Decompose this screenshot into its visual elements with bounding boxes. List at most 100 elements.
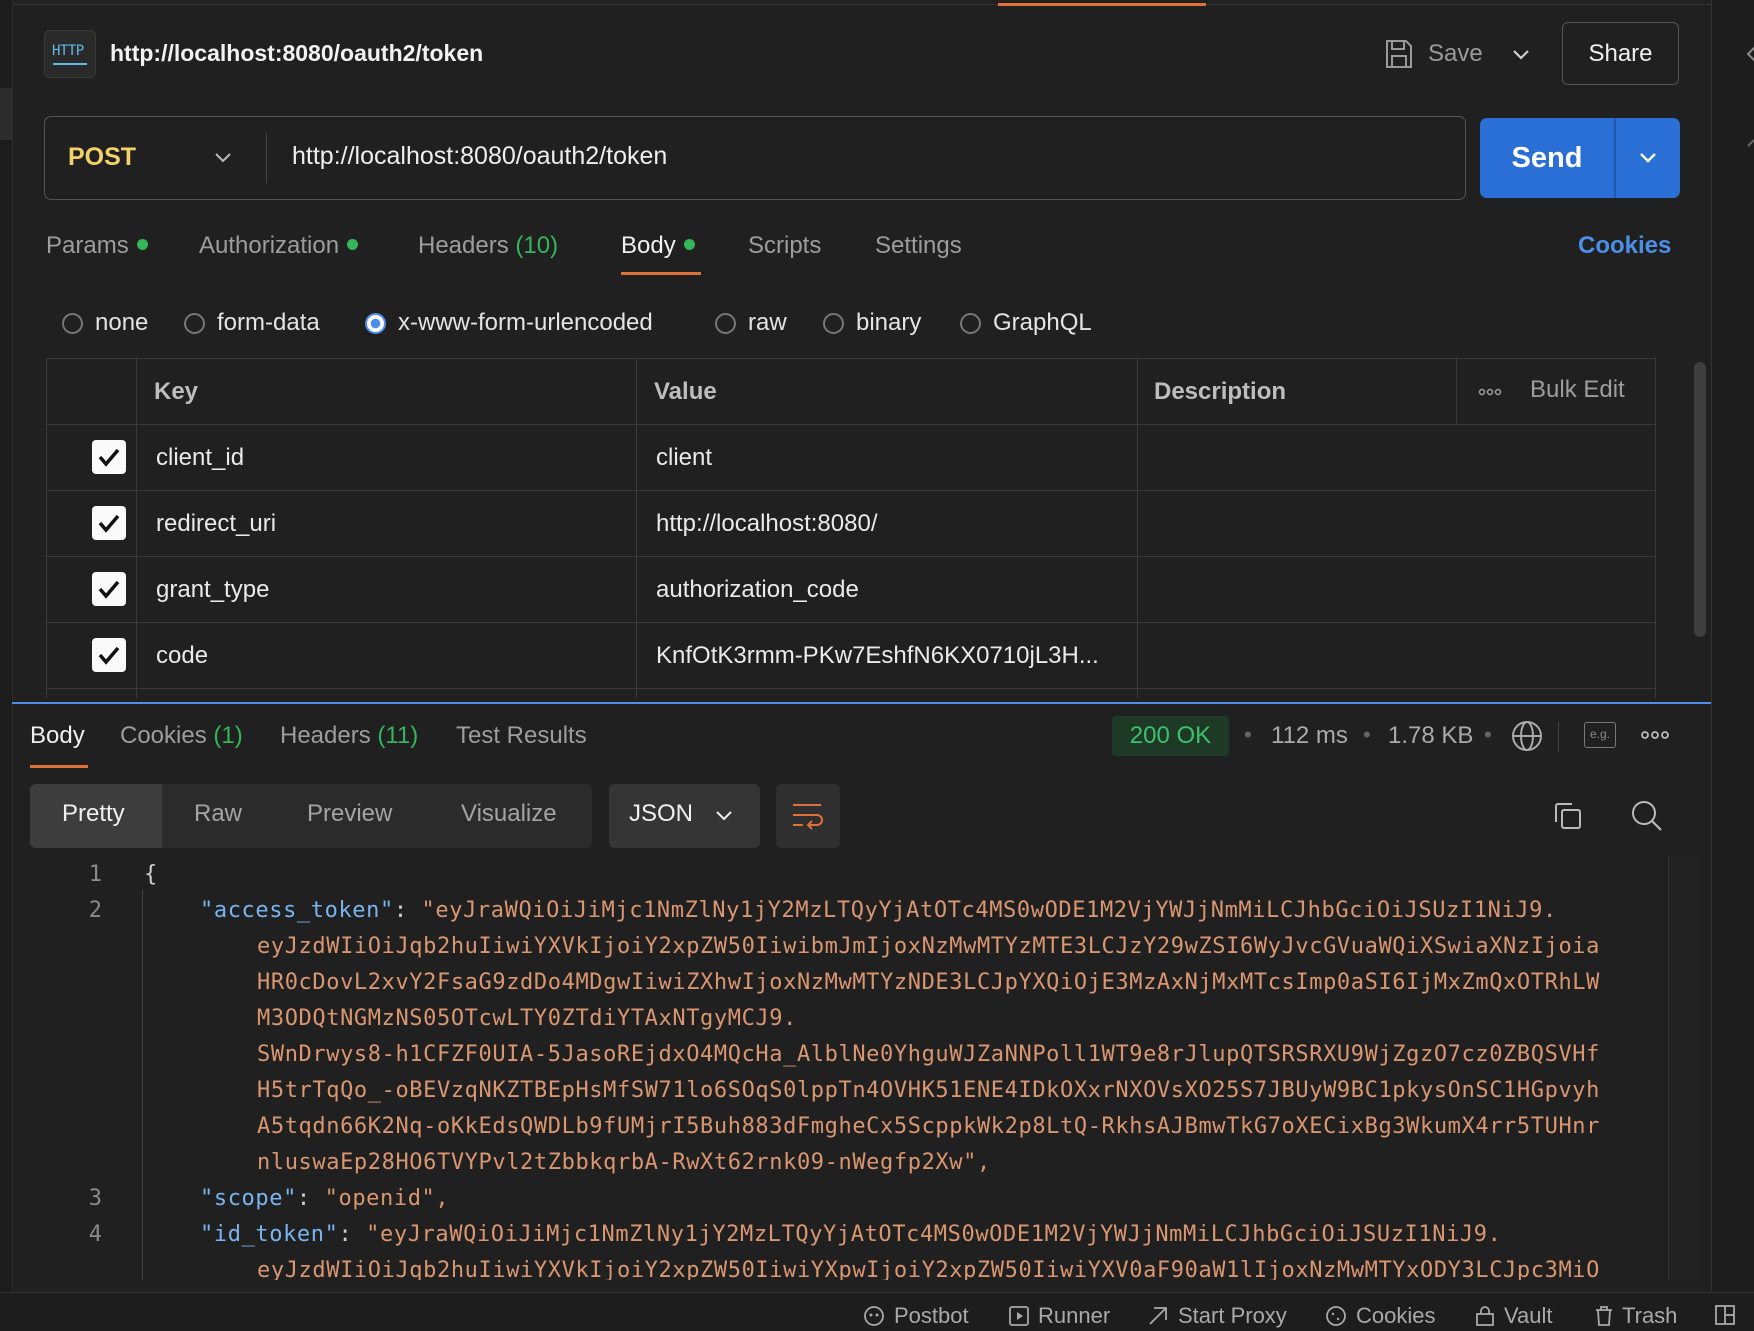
response-tab-cookies[interactable]: Cookies (1) xyxy=(120,722,243,750)
param-value[interactable]: client xyxy=(656,444,712,472)
response-tab-test-results[interactable]: Test Results xyxy=(456,722,587,750)
search-icon[interactable] xyxy=(1630,799,1664,833)
radio-binary-circle xyxy=(823,312,844,334)
response-code-viewer[interactable]: 1 { 2 "access_token": "eyJraWQiOiJiMjc1N… xyxy=(30,856,1670,1280)
param-value[interactable]: http://localhost:8080/ xyxy=(656,510,877,538)
footer-vault[interactable]: Vault xyxy=(1474,1303,1553,1329)
method-chevron-down-icon[interactable] xyxy=(212,150,234,166)
param-key[interactable]: grant_type xyxy=(156,576,269,604)
radio-none[interactable]: none xyxy=(62,308,148,338)
radio-none-circle xyxy=(62,312,83,334)
code-line: { xyxy=(144,862,158,887)
response-tab-headers[interactable]: Headers (11) xyxy=(280,722,418,750)
row-checkbox[interactable] xyxy=(92,572,126,606)
left-sidebar-edge xyxy=(0,0,13,1292)
column-header-description: Description xyxy=(1154,378,1287,405)
param-key[interactable]: code xyxy=(156,642,208,670)
json-value: "openid", xyxy=(324,1186,450,1211)
row-checkbox[interactable] xyxy=(92,638,126,672)
tab-scripts[interactable]: Scripts xyxy=(748,232,821,260)
save-options-chevron-icon[interactable] xyxy=(1508,44,1534,64)
footer-trash[interactable]: Trash xyxy=(1594,1303,1677,1329)
row-checkbox[interactable] xyxy=(92,440,126,474)
view-preview[interactable]: Preview xyxy=(307,800,392,828)
tab-body[interactable]: Body xyxy=(621,232,695,260)
response-tab-body[interactable]: Body xyxy=(30,722,85,750)
tab-params[interactable]: Params xyxy=(46,232,148,260)
row-checkbox[interactable] xyxy=(92,506,126,540)
meta-separator: • xyxy=(1363,722,1371,747)
param-key[interactable]: redirect_uri xyxy=(156,510,276,538)
http-icon-label: HTTP xyxy=(52,43,84,59)
active-tab-indicator xyxy=(998,3,1206,6)
more-options-icon[interactable] xyxy=(1478,386,1502,398)
radio-raw-label: raw xyxy=(748,309,787,336)
radio-binary[interactable]: binary xyxy=(823,308,921,338)
footer-runner-label: Runner xyxy=(1038,1303,1111,1328)
footer-postbot-label: Postbot xyxy=(894,1303,969,1328)
layout-toggle-icon[interactable] xyxy=(1714,1304,1736,1326)
chevron-down-icon xyxy=(1640,153,1656,163)
response-tab-cookies-label: Cookies xyxy=(120,722,207,749)
code-line: SWnDrwys8-h1CFZF0UIA-5JasoREjdxO4MQcHa_A… xyxy=(257,1042,1600,1067)
expand-right-icon[interactable] xyxy=(1742,136,1754,156)
code-line: eyJzdWIiOiJqb2huIiwiYXVkIjoiY2xpZW50Iiwi… xyxy=(257,934,1600,959)
send-options-button[interactable] xyxy=(1616,118,1680,198)
response-time[interactable]: 112 ms xyxy=(1271,722,1348,750)
view-visualize[interactable]: Visualize xyxy=(461,800,557,828)
response-scrollbar[interactable] xyxy=(1668,856,1697,1280)
save-button[interactable]: Save xyxy=(1428,40,1483,68)
copy-icon[interactable] xyxy=(1552,800,1584,832)
body-status-dot xyxy=(683,239,695,251)
response-tab-underline xyxy=(30,765,88,768)
cookies-link[interactable]: Cookies xyxy=(1578,232,1671,260)
col-divider xyxy=(1456,358,1457,424)
json-value: "eyJraWQiOiJiMjc1NmZlNy1jY2MzLTQyYjAtOTc… xyxy=(421,898,1557,923)
params-status-dot xyxy=(136,239,148,251)
code-line: A5tqdn66K2Nq-oKkEdsQWDLb9fUMjrI5Buh883dF… xyxy=(257,1114,1600,1139)
method-select[interactable]: POST xyxy=(68,143,136,172)
tab-authorization[interactable]: Authorization xyxy=(199,232,359,260)
left-sidebar-handle[interactable] xyxy=(0,88,12,140)
tab-body-label: Body xyxy=(621,232,676,259)
response-size[interactable]: 1.78 KB xyxy=(1388,722,1473,750)
tab-settings[interactable]: Settings xyxy=(875,232,962,260)
radio-raw[interactable]: raw xyxy=(715,308,787,338)
footer-runner[interactable]: Runner xyxy=(1008,1303,1110,1329)
send-button[interactable]: Send xyxy=(1480,118,1614,198)
tab-headers-label: Headers xyxy=(418,232,509,259)
footer-postbot[interactable]: Postbot xyxy=(862,1303,969,1329)
share-button[interactable]: Share xyxy=(1562,22,1679,85)
url-input[interactable]: http://localhost:8080/oauth2/token xyxy=(292,142,667,171)
radio-graphql[interactable]: GraphQL xyxy=(960,308,1092,338)
collapse-right-icon[interactable] xyxy=(1742,44,1754,64)
meta-separator: • xyxy=(1244,722,1252,747)
param-key[interactable]: client_id xyxy=(156,444,244,472)
format-chevron-down-icon[interactable] xyxy=(713,808,735,824)
request-title[interactable]: http://localhost:8080/oauth2/token xyxy=(110,40,483,67)
wrap-lines-button[interactable] xyxy=(776,784,840,848)
param-value[interactable]: KnfOtK3rmm-PKw7EshfN6KX0710jL3H... xyxy=(656,642,1099,670)
pane-resizer[interactable] xyxy=(12,702,1711,704)
globe-icon[interactable] xyxy=(1510,719,1544,753)
checkmark-icon xyxy=(98,580,120,599)
cookie-icon xyxy=(1326,1306,1346,1326)
request-scrollbar[interactable] xyxy=(1694,362,1706,637)
radio-form-data[interactable]: form-data xyxy=(184,308,320,338)
footer-start-proxy-label: Start Proxy xyxy=(1178,1303,1287,1328)
example-icon[interactable]: e.g. xyxy=(1584,722,1616,748)
status-badge[interactable]: 200 OK xyxy=(1112,716,1229,756)
top-border xyxy=(0,4,1711,5)
bulk-edit-button[interactable]: Bulk Edit xyxy=(1530,376,1625,404)
view-raw[interactable]: Raw xyxy=(194,800,242,828)
save-icon[interactable] xyxy=(1384,38,1414,70)
response-tab-headers-label: Headers xyxy=(280,722,371,749)
param-value[interactable]: authorization_code xyxy=(656,576,859,604)
view-pretty[interactable]: Pretty xyxy=(62,800,125,828)
code-line: "id_token": "eyJraWQiOiJiMjc1NmZlNy1jY2M… xyxy=(200,1222,1501,1247)
response-more-icon[interactable] xyxy=(1640,729,1670,741)
radio-urlencoded[interactable]: x-www-form-urlencoded xyxy=(365,308,653,338)
tab-headers[interactable]: Headers (10) xyxy=(418,232,558,260)
footer-start-proxy[interactable]: Start Proxy xyxy=(1146,1303,1287,1329)
footer-cookies[interactable]: Cookies xyxy=(1324,1303,1435,1329)
